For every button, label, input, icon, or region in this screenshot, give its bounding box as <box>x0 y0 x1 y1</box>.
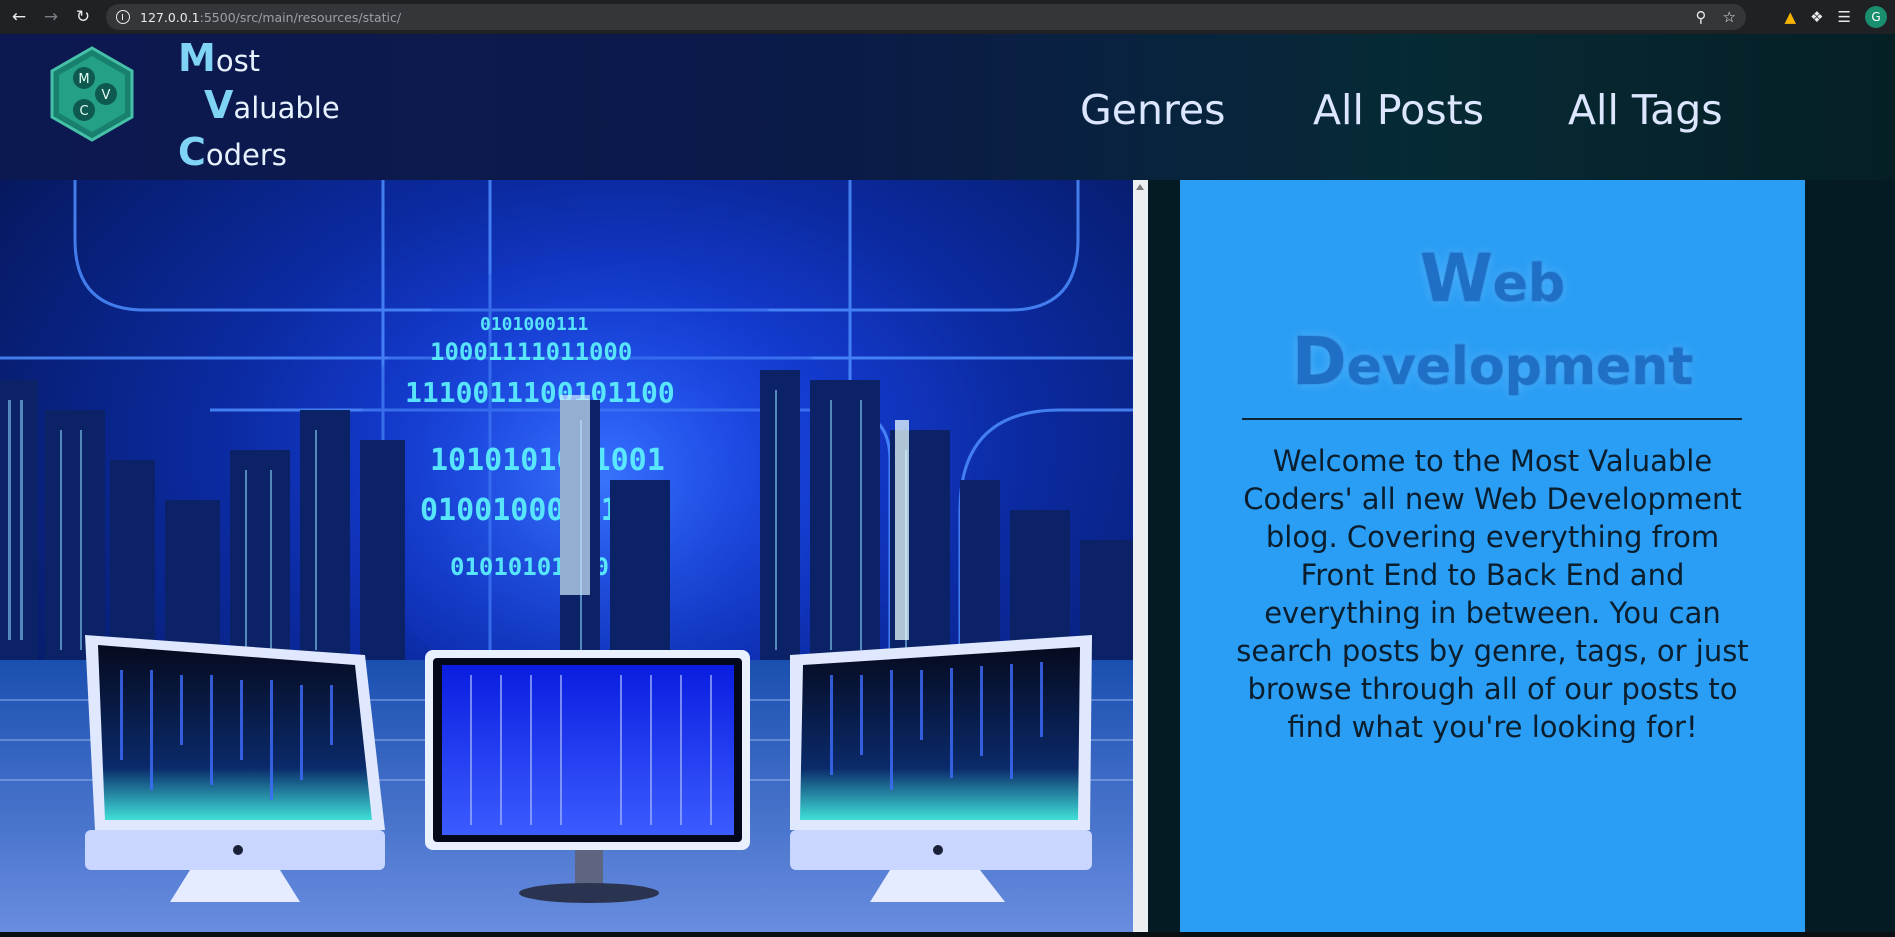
bookmark-star-icon[interactable]: ☆ <box>1723 8 1736 26</box>
media-queue-icon[interactable]: ☰ <box>1838 8 1851 26</box>
scrollbar[interactable] <box>1133 180 1148 935</box>
hero-image: 0101000111 10001111011000 11100111001011… <box>0 180 1133 935</box>
page-bottom-edge <box>0 932 1895 937</box>
puzzle-extensions-icon[interactable]: ❖ <box>1810 8 1823 26</box>
zoom-icon[interactable]: ⚲ <box>1696 8 1707 26</box>
right-monitor-illustration <box>790 635 1092 902</box>
brand-line-coders: Coders <box>178 130 287 174</box>
nav-genres-link[interactable]: Genres <box>1080 86 1226 134</box>
back-icon[interactable]: ← <box>6 4 32 30</box>
intro-text: Welcome to the Most Valuable Coders' all… <box>1236 444 1749 744</box>
binary-row-3: 1110011100101100 <box>405 376 675 409</box>
binary-row-2: 10001111011000 <box>430 338 632 366</box>
brand-name: Most Valuable Coders <box>178 36 340 177</box>
intro-card: Web Development Welcome to the Most Valu… <box>1180 180 1805 937</box>
scroll-up-arrow-icon[interactable] <box>1136 184 1144 190</box>
left-monitor-illustration <box>85 635 385 902</box>
logo-letter-m: M <box>78 72 89 87</box>
url-text[interactable]: 127.0.0.1:5500/src/main/resources/static… <box>140 10 401 25</box>
main-nav: Genres All Posts All Tags <box>1000 86 1780 146</box>
address-bar[interactable]: 127.0.0.1:5500/src/main/resources/static… <box>106 4 1746 30</box>
binary-row-1: 0101000111 <box>480 314 588 335</box>
card-title: Web Development <box>1180 240 1805 406</box>
forward-icon[interactable]: → <box>38 4 64 30</box>
thumbs-up-extension-icon[interactable]: ▲ <box>1785 8 1797 26</box>
logo-letter-v: V <box>102 88 111 103</box>
nav-all-tags-link[interactable]: All Tags <box>1568 86 1723 134</box>
binary-row-4: 1010101011001 <box>430 443 665 478</box>
brand-line-valuable: Valuable <box>204 83 340 127</box>
browser-toolbar: ← → ↻ 127.0.0.1:5500/src/main/resources/… <box>0 0 1895 34</box>
reload-icon[interactable]: ↻ <box>70 4 96 30</box>
profile-avatar[interactable]: G <box>1865 6 1887 28</box>
card-title-line-1: Web <box>1419 240 1566 317</box>
card-title-line-2: Development <box>1291 323 1694 400</box>
nav-all-posts-link[interactable]: All Posts <box>1313 86 1484 134</box>
logo-letter-c: C <box>79 104 88 119</box>
info-icon[interactable] <box>116 10 130 24</box>
brand-line-most: Most <box>178 36 261 80</box>
mvc-logo[interactable]: M C V <box>44 46 140 142</box>
divider <box>1242 418 1742 420</box>
site-header: M C V Most Valuable Coders Genres All Po… <box>0 34 1895 180</box>
